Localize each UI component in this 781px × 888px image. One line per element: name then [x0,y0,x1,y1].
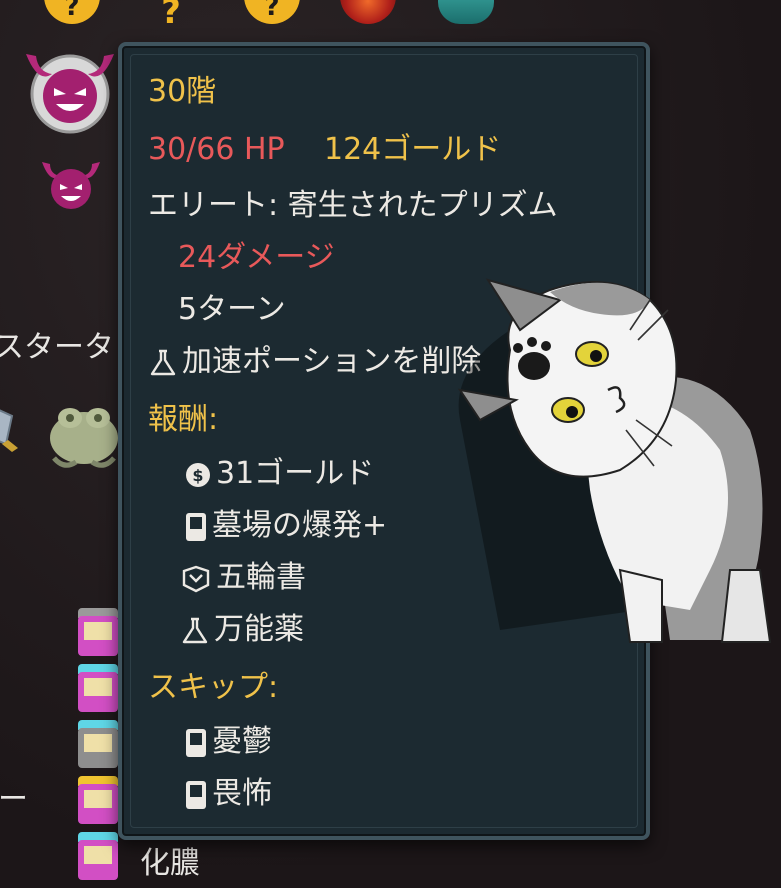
card-name-label: 化膿 [140,846,200,881]
fire-orb-icon[interactable] [340,0,396,24]
enemy-name: エリート: 寄生されたプリズム [148,188,558,223]
skipped-row: 憂鬱 [184,724,272,760]
question-room-icon[interactable]: ? [44,0,100,24]
elite-demon-icon[interactable] [18,44,122,136]
blade-relic-icon[interactable] [0,396,20,452]
card-icon [186,512,206,541]
starter-relic-label: スタータ [0,330,114,365]
coin-icon: $ [186,462,210,487]
skipped-label: 憂鬱 [212,724,272,759]
reward-row: 万能薬 [180,612,304,648]
skipped-row: 畏怖 [184,776,272,812]
hp-value: 30/66 HP [148,132,285,167]
potion-removed-row: 加速ポーションを削除 [148,344,481,380]
card-icon[interactable] [74,832,122,882]
damage-taken: 24ダメージ [178,240,335,275]
gold-value: 124ゴールド [324,132,502,167]
rewards-header: 報酬: [148,402,219,437]
skipped-label: 畏怖 [212,776,272,811]
potion-icon [150,349,176,375]
reward-label: 万能薬 [214,612,304,647]
floor-label: 30階 [148,74,217,109]
question-room-icon[interactable]: ? [244,0,300,24]
dash-text: ー [0,782,28,817]
skip-header: スキップ: [148,670,279,705]
elite-demon-icon[interactable] [38,156,104,214]
card-icon [186,728,206,757]
reward-label: 五輪書 [216,560,306,595]
reward-row: 五輪書 [180,560,306,596]
potion-icon [182,617,208,643]
reward-row: 墓場の爆発+ [184,508,387,544]
reward-row: $ 31ゴールド [184,456,374,492]
card-icon[interactable] [74,776,122,826]
relic-icon [182,565,210,592]
frog-relic-icon[interactable] [44,392,124,472]
svg-text:$: $ [192,466,203,485]
potion-removed-label: 加速ポーションを削除 [182,344,482,379]
card-icon [186,780,206,809]
card-icon[interactable] [74,664,122,714]
turn-count: 5ターン [178,292,286,327]
card-icon[interactable] [74,720,122,770]
card-icon[interactable] [74,608,122,658]
cat-sticker-image [457,278,772,643]
question-mark-icon[interactable]: ? [156,0,186,32]
teal-relic-icon[interactable] [438,0,494,24]
reward-label: 墓場の爆発+ [212,508,388,543]
reward-label: 31ゴールド [216,456,375,491]
